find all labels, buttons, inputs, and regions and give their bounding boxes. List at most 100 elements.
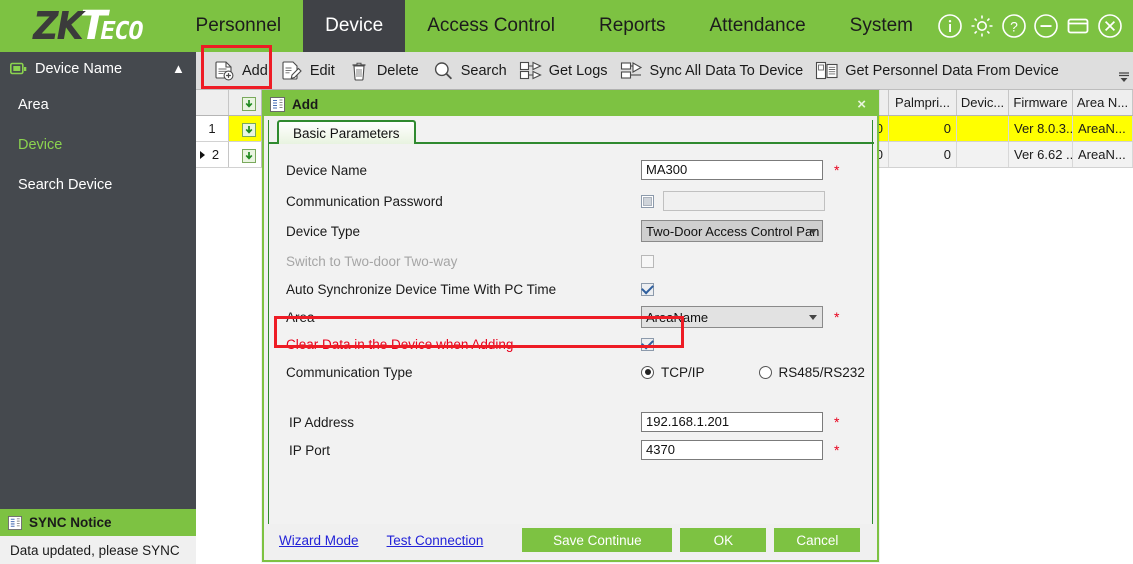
toolbar-get-personnel-button[interactable]: Get Personnel Data From Device [811,55,1067,87]
field-ip-port-control: 4370 [641,440,823,460]
field-ip-port: IP Port 4370 * [269,436,872,464]
area-select[interactable]: AreaName [641,306,823,328]
edit-pencil-icon [280,59,304,83]
toolbar-get-personnel-label: Get Personnel Data From Device [845,63,1059,79]
save-continue-button[interactable]: Save Continue [522,528,672,552]
chevron-down-icon [809,315,817,320]
field-ip-port-label: IP Port [289,443,330,458]
grid-header-col-1[interactable]: Palmpri... [889,90,957,115]
toolbar-sync-all-button[interactable]: Sync All Data To Device [616,55,812,87]
area-required-asterisk: * [834,309,839,325]
get-personnel-icon [815,59,839,83]
minimize-icon[interactable] [1031,11,1061,41]
field-device-type: Device Type Two-Door Access Control Pan [269,217,872,245]
sync-status-icon[interactable] [236,92,262,116]
toolbar-edit-button[interactable]: Edit [276,55,343,87]
grid-header-col-3[interactable]: Firmware [1009,90,1073,115]
clear-data-checkbox[interactable] [641,338,654,351]
toolbar-search-button[interactable]: Search [427,55,515,87]
settings-gear-icon[interactable] [967,11,997,41]
sidebar-header: Device Name ▲ [0,52,196,85]
column-chooser-icon[interactable] [1117,68,1131,86]
radio-tcpip-label: TCP/IP [661,365,705,380]
toolbar-add-button[interactable]: Add [208,55,276,87]
field-auto-sync-time-label: Auto Synchronize Device Time With PC Tim… [286,282,556,297]
info-icon[interactable] [935,11,965,41]
maximize-icon[interactable] [1063,11,1093,41]
logo-text-eco: ECO [100,16,142,45]
sync-status-icon[interactable] [236,144,262,168]
nav-personnel[interactable]: Personnel [174,0,304,52]
sidebar-item-device[interactable]: Device [0,125,196,165]
nav-access-control[interactable]: Access Control [405,0,577,52]
sync-status-icon[interactable] [236,118,262,142]
main-toolbar: Add Edit Delete [196,52,1133,90]
field-auto-sync-time: Auto Synchronize Device Time With PC Tim… [269,275,872,303]
ip-address-required-asterisk: * [834,414,839,430]
tab-basic-parameters-label: Basic Parameters [293,126,400,141]
logo-text-zk: ZK [33,4,82,48]
switch-two-door-checkbox[interactable] [641,255,654,268]
nav-attendance[interactable]: Attendance [688,0,828,52]
toolbar-get-logs-button[interactable]: Get Logs [515,55,616,87]
row-number-2: 2 [196,142,229,167]
svg-text:?: ? [1010,19,1018,35]
sidebar-item-search-device[interactable]: Search Device [0,165,196,205]
auto-sync-time-checkbox[interactable] [641,283,654,296]
toolbar-edit-label: Edit [310,63,335,79]
communication-password-checkbox[interactable] [641,195,654,208]
field-device-name-label: Device Name [286,163,367,178]
toolbar-search-label: Search [461,63,507,79]
toolbar-drag-handle[interactable] [199,56,207,86]
radio-rs485[interactable] [759,366,772,379]
radio-rs485-label: RS485/RS232 [779,365,865,380]
device-monitor-icon [10,62,27,76]
close-icon[interactable]: × [852,97,871,112]
sync-notice-icon [8,516,22,530]
dialog-titlebar[interactable]: Add × [264,92,877,116]
help-icon[interactable]: ? [999,11,1029,41]
sidebar-item-area[interactable]: Area [0,85,196,125]
field-clear-data: Clear Data in the Device when Adding [269,330,872,358]
field-area-label: Area [286,310,315,325]
get-logs-icon [519,59,543,83]
field-auto-sync-time-control [641,283,654,296]
field-device-type-label: Device Type [286,224,360,239]
field-communication-password-label: Communication Password [286,194,443,209]
chevron-down-icon [809,229,817,234]
dialog-form: Device Name MA300 * Communication Passwo… [269,146,872,524]
chevron-up-double-icon[interactable]: ▲ [172,62,186,75]
grid-header-col-2[interactable]: Devic... [957,90,1009,115]
device-name-input[interactable]: MA300 [641,160,823,180]
tab-basic-parameters[interactable]: Basic Parameters [277,120,416,144]
test-connection-link[interactable]: Test Connection [387,533,484,548]
device-type-select[interactable]: Two-Door Access Control Pan [641,220,823,242]
ip-port-input[interactable]: 4370 [641,440,823,460]
wizard-mode-link[interactable]: Wizard Mode [279,533,359,548]
field-ip-address: IP Address 192.168.1.201 * [269,408,872,436]
grid-cell-r1c4: AreaN... [1073,142,1133,167]
nav-reports[interactable]: Reports [577,0,688,52]
dialog-body: Basic Parameters Device Name MA300 * Com… [268,120,873,526]
close-icon[interactable] [1095,11,1125,41]
sidebar-item-area-label: Area [18,97,49,113]
ok-button[interactable]: OK [680,528,766,552]
cancel-button[interactable]: Cancel [774,528,860,552]
toolbar-delete-button[interactable]: Delete [343,55,427,87]
grid-cell-r0c1: 0 [889,116,957,141]
add-device-dialog: Add × Basic Parameters Device Name MA300… [262,90,879,562]
grid-cell-r1c1: 0 [889,142,957,167]
grid-header-col-4[interactable]: Area N... [1073,90,1133,115]
grid-cell-r1c3: Ver 6.62 ... [1009,142,1073,167]
ip-address-input[interactable]: 192.168.1.201 [641,412,823,432]
device-type-selected-value: Two-Door Access Control Pan [646,224,819,239]
nav-device[interactable]: Device [303,0,405,52]
toolbar-sync-all-label: Sync All Data To Device [650,63,804,79]
sync-to-device-icon [620,59,644,83]
nav-system[interactable]: System [828,0,935,52]
row-number-2-label: 2 [212,147,219,162]
device-name-required-asterisk: * [834,162,839,178]
radio-tcpip[interactable] [641,366,654,379]
communication-password-input[interactable] [663,191,825,211]
field-area: Area AreaName * [269,303,872,331]
